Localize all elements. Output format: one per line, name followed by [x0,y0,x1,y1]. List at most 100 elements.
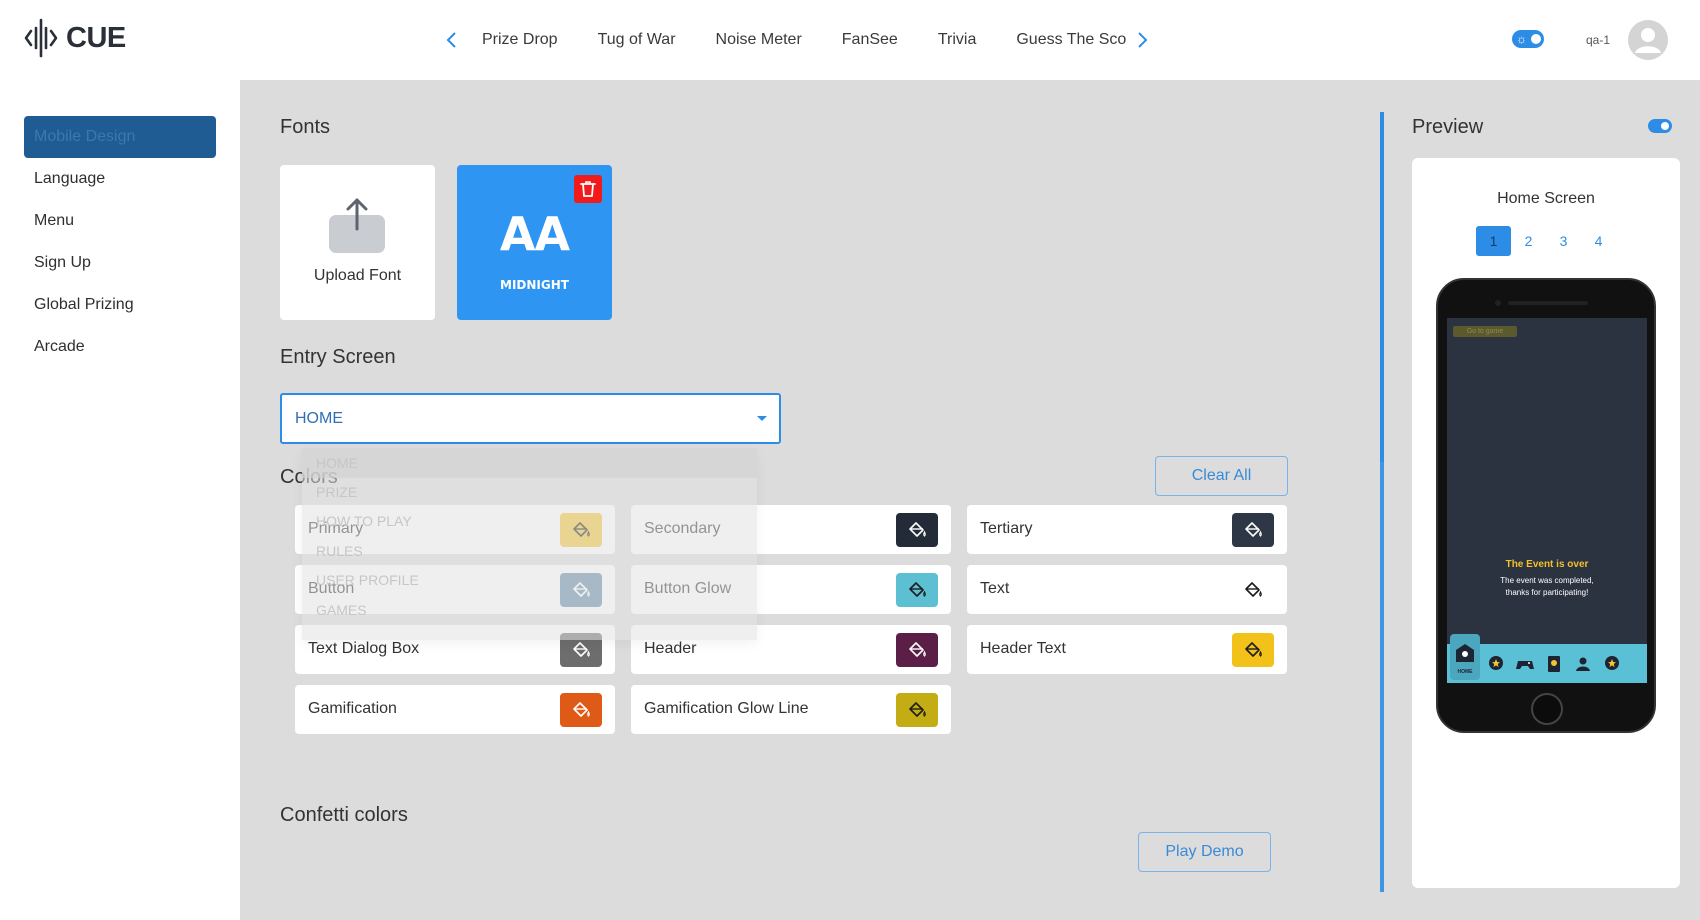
upload-icon [329,198,385,253]
nav-home-label: HOME [1457,669,1473,675]
sidebar-item-sign-up[interactable]: Sign Up [24,242,216,284]
chevron-left-icon [446,32,456,48]
paint-bucket-icon [573,642,590,657]
paint-bucket-icon [909,522,926,537]
font-preview-glyphs: AA [499,207,570,261]
avatar[interactable] [1628,20,1668,60]
color-label: Gamification Glow Line [644,700,809,717]
upload-font-label: Upload Font [313,267,402,284]
preview-pager: 1 2 3 4 [1476,226,1616,256]
profile-icon[interactable] [1573,654,1593,674]
chevron-right-icon [1138,32,1148,48]
color-label: Gamification [308,700,397,717]
clear-all-button[interactable]: Clear All [1155,456,1288,496]
color-swatch-button[interactable] [1232,633,1274,667]
color-row: Tertiary [967,505,1287,554]
upload-font-card[interactable]: Upload Font [280,165,435,320]
dropdown-option-rules[interactable]: RULES [302,536,757,566]
entry-screen-title: Entry Screen [280,346,396,368]
color-swatch-button[interactable] [560,693,602,727]
color-row: Header Text [967,625,1287,674]
user-icon [1635,28,1661,53]
paint-bucket-icon [573,702,590,717]
sidebar-item-arcade[interactable]: Arcade [24,326,216,368]
star-badge-icon[interactable] [1486,654,1506,674]
dropdown-option-prize[interactable]: PRIZE [302,477,757,507]
caret-down-icon [757,416,767,421]
page-button-4[interactable]: 4 [1581,226,1616,256]
entry-screen-dropdown: HOME PRIZE HOW TO PLAY RULES USER PROFIL… [302,448,757,640]
paint-bucket-icon [909,582,926,597]
font-card-midnight[interactable]: AA MIDNIGHT [457,165,612,320]
paint-bucket-icon [909,642,926,657]
color-swatch-button[interactable] [896,633,938,667]
dropdown-option-games[interactable]: GAMES [302,595,757,625]
color-label: Header Text [980,640,1066,657]
preview-toggle[interactable] [1648,119,1672,133]
toggle-knob [1531,34,1541,44]
tab-noise-meter[interactable]: Noise Meter [696,31,822,49]
user-name: qa-1 [1586,33,1611,47]
go-to-game-button[interactable]: Go to game [1453,326,1517,337]
event-over-message: The event was completed, thanks for part… [1447,575,1647,599]
font-name: MIDNIGHT [500,278,569,292]
scrollbar-thumb[interactable] [1380,112,1384,462]
tab-fansee[interactable]: FanSee [822,31,918,49]
tab-trivia[interactable]: Trivia [918,31,997,49]
speaker [1508,301,1588,305]
preview-card: Home Screen 1 2 3 4 Go to game The Event… [1412,158,1680,888]
delete-font-button[interactable] [574,175,602,203]
cue-logo-icon [24,18,58,58]
color-row: Gamification [295,685,615,734]
confetti-title: Confetti colors [280,804,408,826]
paint-bucket-icon [1245,642,1262,657]
nav-home-tab[interactable]: HOME [1450,634,1480,680]
event-message-line-1: The event was completed, [1500,576,1594,585]
tab-tug-of-war[interactable]: Tug of War [578,31,696,49]
color-label: Header [644,640,697,657]
paint-bucket-icon [1245,522,1262,537]
page-button-2[interactable]: 2 [1511,226,1546,256]
dropdown-option-user-profile[interactable]: USER PROFILE [302,565,757,595]
app-logo[interactable]: CUE [24,18,126,58]
tabs-next-button[interactable] [1132,25,1154,55]
tab-guess-the-score[interactable]: Guess The Sco [996,31,1126,49]
toggle-knob [1661,122,1669,130]
preview-screen-name: Home Screen [1497,190,1595,207]
sidebar-item-menu[interactable]: Menu [24,200,216,242]
event-over-title: The Event is over [1505,559,1589,570]
trash-icon [580,181,596,197]
color-swatch-button[interactable] [896,513,938,547]
theme-toggle[interactable]: ☼ [1512,30,1544,48]
color-swatch-button[interactable] [1232,513,1274,547]
sidebar: Mobile Design Language Menu Sign Up Glob… [0,80,240,920]
dropdown-option-how-to-play[interactable]: HOW TO PLAY [302,506,757,536]
sidebar-item-language[interactable]: Language [24,158,216,200]
dropdown-option-home[interactable]: HOME [302,448,757,478]
sidebar-item-global-prizing[interactable]: Global Prizing [24,284,216,326]
color-swatch-button[interactable] [896,693,938,727]
play-demo-button[interactable]: Play Demo [1138,832,1271,872]
medal-icon[interactable] [1602,654,1622,674]
sidebar-item-mobile-design[interactable]: Mobile Design [24,116,216,158]
page-button-1[interactable]: 1 [1476,226,1511,256]
home-badge-icon [1456,644,1474,662]
card-icon[interactable] [1544,654,1564,674]
page-button-3[interactable]: 3 [1546,226,1581,256]
entry-screen-select[interactable]: HOME [280,393,781,444]
gamepad-icon[interactable] [1515,654,1535,674]
entry-screen-value: HOME [295,410,343,427]
phone-bottom-nav: HOME [1447,634,1647,683]
color-swatch-button[interactable] [1232,573,1274,607]
tabs-prev-button[interactable] [440,25,462,55]
phone-home-button [1531,693,1563,725]
logo-text: CUE [66,21,126,54]
fonts-title: Fonts [280,116,331,138]
color-swatch-button[interactable] [896,573,938,607]
tab-prize-drop[interactable]: Prize Drop [462,31,578,49]
color-row: Gamification Glow Line [631,685,951,734]
color-label: Tertiary [980,520,1033,537]
color-label: Text [980,580,1010,597]
camera [1495,300,1501,306]
color-label: Text Dialog Box [308,640,420,657]
